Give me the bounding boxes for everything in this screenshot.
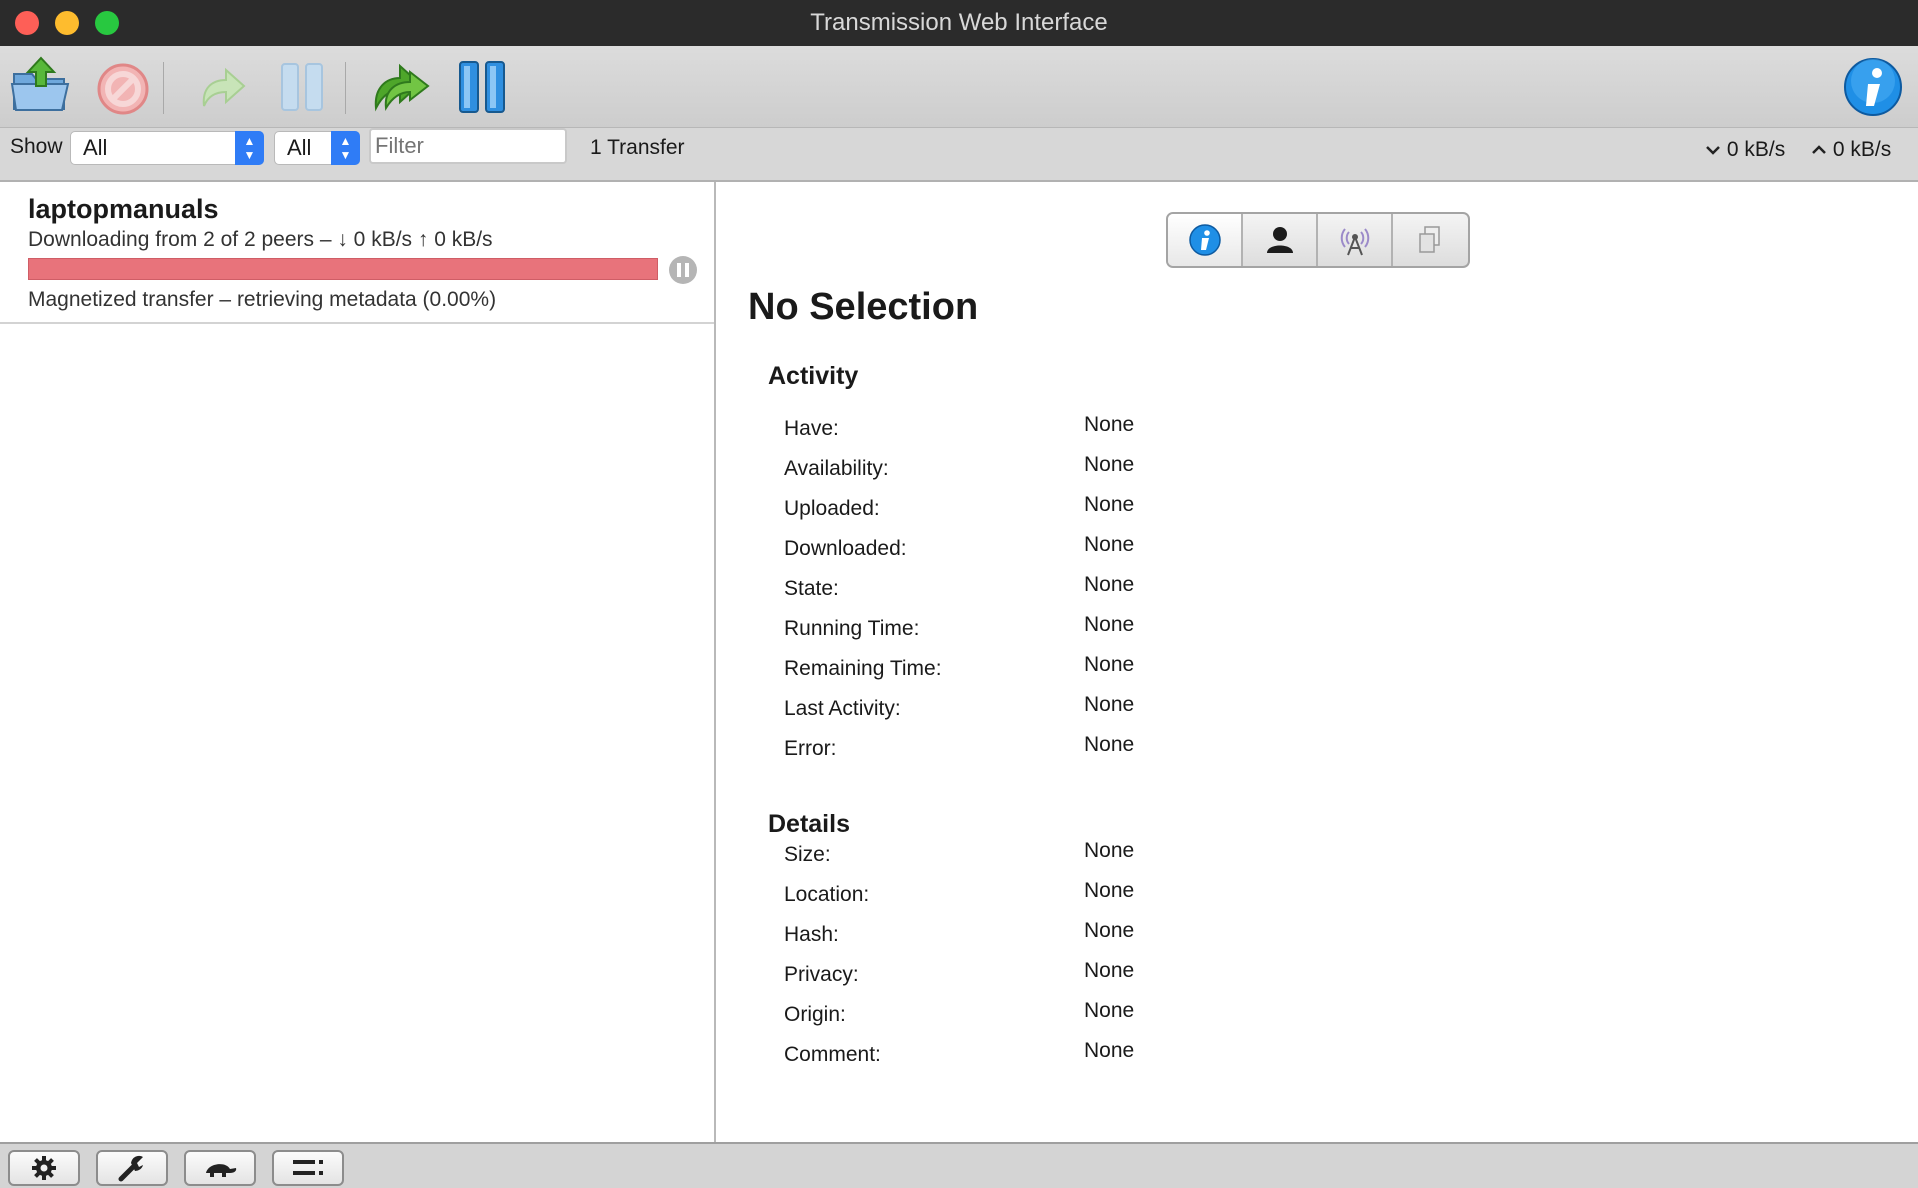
toolbar-separator: [163, 62, 164, 114]
activity-row-label: Running Time:: [784, 617, 920, 640]
folder-upload-icon: [10, 56, 70, 111]
pause-icon: [281, 63, 323, 111]
activity-row-value: None: [1084, 573, 1135, 596]
pause-all-icon: [459, 61, 505, 113]
state-filter-value: All: [83, 135, 108, 160]
transfer-count: 1 Transfer: [590, 136, 685, 159]
activity-row-label: State:: [784, 577, 839, 600]
activity-row-label: Downloaded:: [784, 537, 907, 560]
compact-view-button[interactable]: [272, 1150, 344, 1186]
activity-row-label: Error:: [784, 737, 837, 760]
activity-row-label: Availability:: [784, 457, 889, 480]
state-filter-select[interactable]: All ▲ ▼: [70, 131, 264, 165]
app-window: Transmission Web Interface Show All ▲ ▼ …: [0, 0, 1918, 1188]
toolbar-separator: [345, 62, 346, 114]
remove-torrent-button[interactable]: [90, 54, 156, 120]
up-chevron-icon: [1812, 145, 1826, 155]
select-stepper-icon: ▲ ▼: [331, 131, 360, 165]
turtle-mode-button[interactable]: [184, 1150, 256, 1186]
activity-row-value: None: [1084, 693, 1135, 716]
bottom-bar: [0, 1142, 1918, 1188]
pause-selected-button[interactable]: [270, 54, 336, 120]
window-title: Transmission Web Interface: [810, 9, 1108, 36]
torrent-pause-button[interactable]: [669, 256, 697, 284]
torrent-peer-details: Downloading from 2 of 2 peers – ↓ 0 kB/s…: [28, 228, 493, 251]
details-row-value: None: [1084, 1039, 1135, 1062]
details-row-value: None: [1084, 959, 1135, 982]
select-stepper-icon: ▲ ▼: [235, 131, 264, 165]
antenna-icon: [1340, 228, 1369, 256]
details-row-label: Location:: [784, 883, 870, 906]
open-torrent-button[interactable]: [8, 54, 74, 120]
details-row-value: None: [1084, 839, 1135, 862]
preferences-button[interactable]: [96, 1150, 168, 1186]
pause-icon-bar: [685, 263, 689, 277]
resume-all-arrow-icon: [374, 63, 430, 112]
details-row-value: None: [1084, 879, 1135, 902]
activity-row-value: None: [1084, 493, 1135, 516]
details-row-value: None: [1084, 919, 1135, 942]
details-row-label: Hash:: [784, 923, 839, 946]
wrench-icon: [118, 1155, 143, 1182]
details-row-label: Privacy:: [784, 963, 859, 986]
details-row-label: Size:: [784, 843, 831, 866]
download-speed: 0 kB/s: [1705, 138, 1785, 162]
activity-row-value: None: [1084, 733, 1135, 756]
activity-row-label: Have:: [784, 417, 839, 440]
torrent-status: Magnetized transfer – retrieving metadat…: [28, 288, 497, 311]
details-row-label: Comment:: [784, 1043, 881, 1066]
torrent-progress-bar: [28, 258, 658, 280]
filter-input[interactable]: [369, 128, 567, 164]
resume-arrow-icon: [202, 67, 246, 107]
activity-row-value: None: [1084, 413, 1135, 436]
show-label: Show: [10, 135, 63, 158]
gear-icon: [32, 1156, 56, 1180]
activity-row-value: None: [1084, 653, 1135, 676]
tab-peers[interactable]: [1243, 214, 1318, 266]
toolbar: [0, 46, 1918, 128]
tab-files[interactable]: [1393, 214, 1468, 266]
resume-selected-button[interactable]: [190, 54, 256, 120]
upload-speed-value: 0 kB/s: [1832, 138, 1892, 161]
tracker-filter-select[interactable]: All ▲ ▼: [274, 131, 360, 165]
pause-icon-bar: [677, 263, 681, 277]
info-icon: [1188, 224, 1221, 256]
torrent-row[interactable]: laptopmanuals Downloading from 2 of 2 pe…: [0, 182, 714, 324]
inspector-panel: No Selection Activity Have: None Availabil…: [718, 182, 1918, 1142]
settings-button[interactable]: [8, 1150, 80, 1186]
activity-row-label: Last Activity:: [784, 697, 901, 720]
activity-row-value: None: [1084, 533, 1135, 556]
compact-view-icon: [293, 1160, 323, 1175]
inspector-heading: No Selection: [748, 286, 979, 328]
activity-row-label: Remaining Time:: [784, 657, 942, 680]
activity-section-title: Activity: [768, 362, 859, 390]
inspector-button[interactable]: [1840, 54, 1906, 120]
details-row-value: None: [1084, 999, 1135, 1022]
turtle-icon: [206, 1164, 237, 1177]
inspector-tabs: [1166, 212, 1470, 268]
title-bar: Transmission Web Interface: [0, 0, 1918, 46]
activity-row-value: None: [1084, 453, 1135, 476]
torrent-list: laptopmanuals Downloading from 2 of 2 pe…: [0, 182, 716, 1142]
tab-info[interactable]: [1168, 214, 1243, 266]
details-row-label: Origin:: [784, 1003, 846, 1026]
remove-icon: [97, 63, 149, 115]
resume-all-button[interactable]: [368, 54, 434, 120]
upload-speed: 0 kB/s: [1811, 138, 1891, 162]
activity-row-label: Uploaded:: [784, 497, 880, 520]
download-speed-value: 0 kB/s: [1726, 138, 1786, 161]
torrent-name: laptopmanuals: [28, 194, 219, 224]
files-icon: [1419, 226, 1441, 253]
activity-row-value: None: [1084, 613, 1135, 636]
person-icon: [1266, 227, 1293, 253]
down-chevron-icon: [1706, 146, 1720, 156]
tab-trackers[interactable]: [1318, 214, 1393, 266]
pause-all-button[interactable]: [452, 54, 518, 120]
details-section-title: Details: [768, 810, 850, 838]
tracker-filter-value: All: [287, 135, 312, 160]
info-icon: [1844, 58, 1902, 116]
